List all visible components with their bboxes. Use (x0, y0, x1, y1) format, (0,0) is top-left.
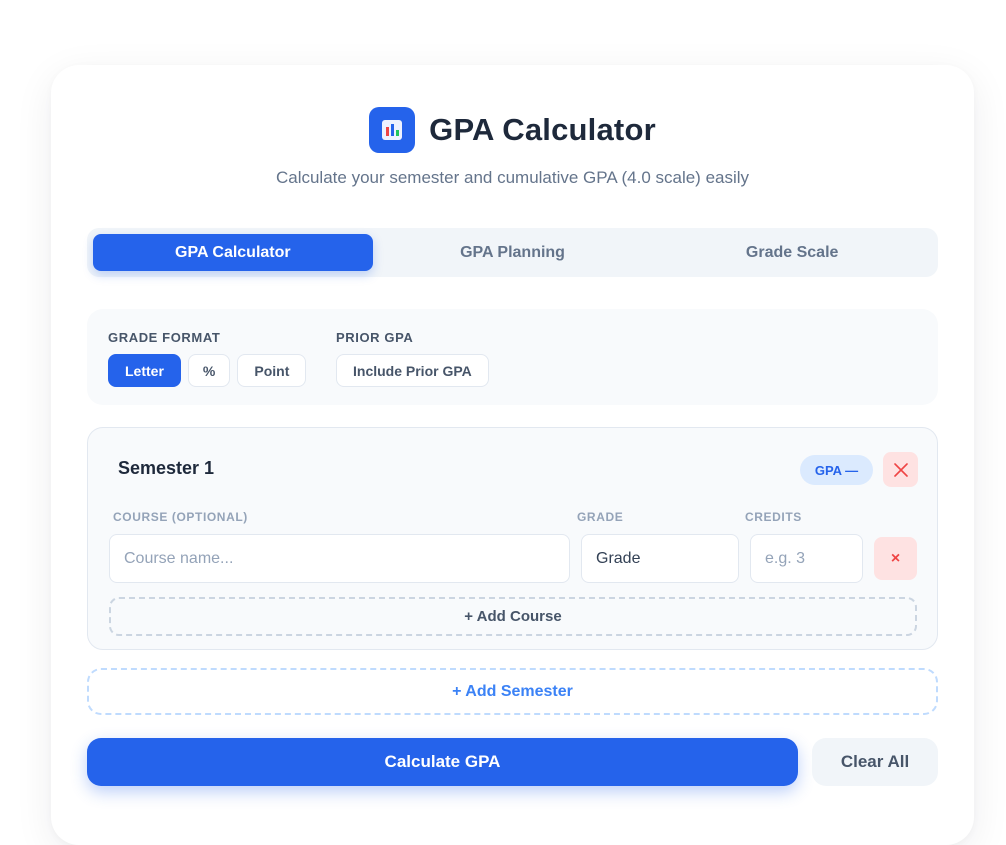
close-icon (893, 462, 908, 477)
add-semester-button[interactable]: + Add Semester (87, 668, 938, 715)
tab-bar: GPA Calculator GPA Planning Grade Scale (87, 228, 938, 277)
remove-course-button[interactable]: × (874, 537, 917, 580)
format-letter-button[interactable]: Letter (108, 354, 181, 387)
include-prior-gpa-button[interactable]: Include Prior GPA (336, 354, 489, 387)
gpa-card: GPA Calculator Calculate your semester a… (51, 65, 974, 845)
credits-column-label: CREDITS (745, 510, 802, 524)
grade-format-label: GRADE FORMAT (108, 330, 221, 345)
credits-input[interactable]: e.g. 3 (750, 534, 863, 583)
prior-gpa-group: PRIOR GPA Include Prior GPA (336, 330, 489, 387)
tab-gpa-calculator[interactable]: GPA Calculator (93, 234, 373, 271)
remove-semester-button[interactable] (883, 452, 918, 487)
calculate-gpa-button[interactable]: Calculate GPA (87, 738, 798, 786)
format-point-button[interactable]: Point (237, 354, 307, 387)
format-percent-button[interactable]: % (187, 354, 231, 387)
page-title: GPA Calculator (429, 112, 656, 147)
header: GPA Calculator (51, 107, 974, 153)
bar-chart-icon (369, 107, 416, 153)
tab-grade-scale[interactable]: Grade Scale (652, 234, 932, 271)
clear-all-button[interactable]: Clear All (812, 738, 938, 786)
grade-select[interactable]: Grade (581, 534, 739, 583)
semester-title: Semester 1 (118, 458, 215, 478)
grade-column-label: GRADE (577, 510, 624, 524)
tab-gpa-planning[interactable]: GPA Planning (373, 234, 653, 271)
grade-format-group: GRADE FORMAT Letter % Point (108, 330, 307, 387)
prior-gpa-label: PRIOR GPA (336, 330, 414, 345)
options-panel: GRADE FORMAT Letter % Point PRIOR GPA In… (87, 309, 938, 405)
semester-card: Semester 1 GPA — COURSE (OPTIONAL) GRADE… (87, 427, 938, 650)
add-course-button[interactable]: + Add Course (109, 597, 917, 636)
course-column-label: COURSE (OPTIONAL) (113, 510, 248, 524)
page-subtitle: Calculate your semester and cumulative G… (275, 168, 750, 187)
course-name-input[interactable]: Course name... (109, 534, 570, 583)
semester-gpa-badge: GPA — (800, 455, 873, 485)
